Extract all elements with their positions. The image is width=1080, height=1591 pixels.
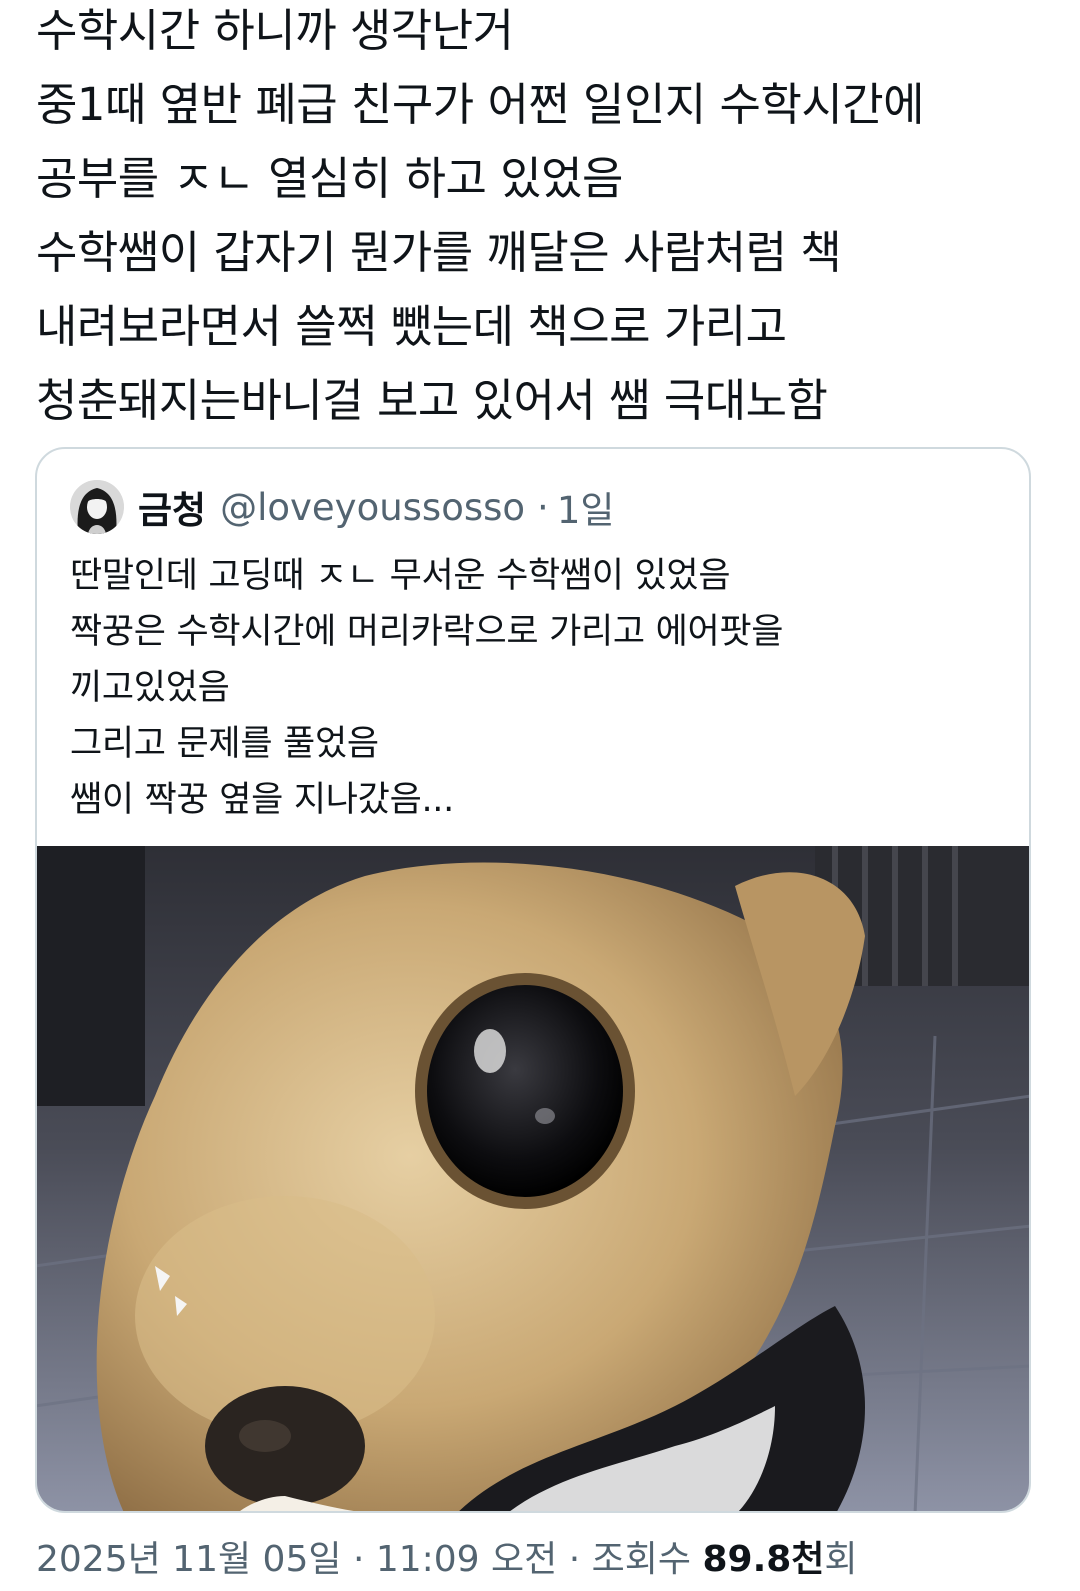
user-handle[interactable]: @loveyoussosso (220, 486, 525, 529)
quoted-tweet-media[interactable] (37, 846, 1029, 1511)
views-suffix: 회 (824, 1539, 858, 1580)
tweet-text-line: 내려보라면서 쓸쩍 뺐는데 책으로 가리고 (36, 300, 787, 353)
tweet-text-line: 수학시간 하니까 생각난거 (36, 4, 514, 57)
timestamp[interactable]: 1일 (557, 480, 615, 534)
views-label: 조회수 (591, 1539, 692, 1580)
tweet-time[interactable]: 11:09 오전 (376, 1539, 557, 1580)
tweet-text-line: 중1때 옆반 폐급 친구가 어쩐 일인지 수학시간에 (36, 78, 925, 131)
quoted-tweet-text-line: 끼고있었음 (70, 668, 230, 708)
tweet-text-line: 공부를 ㅈㄴ 열심히 하고 있었음 (36, 152, 623, 205)
quoted-tweet-header: 금청 @loveyoussosso · 1일 (70, 479, 614, 535)
tweet-text-line: 수학쌤이 갑자기 뭔가를 깨달은 사람처럼 책 (36, 226, 842, 279)
tweet-text: 수학시간 하니까 생각난거 중1때 옆반 폐급 친구가 어쩐 일인지 수학시간에… (36, 0, 1036, 438)
separator-dot: · (352, 1539, 365, 1580)
quoted-tweet-card[interactable]: 금청 @loveyoussosso · 1일 딴말인데 고딩때 ㅈㄴ 무서운 수… (35, 447, 1031, 1513)
chihuahua-photo-icon (37, 846, 1029, 1511)
separator-dot: · (537, 485, 549, 529)
quoted-tweet-text-line: 짝꿍은 수학시간에 머리카락으로 가리고 에어팟을 (70, 612, 784, 652)
quoted-tweet-text-line: 딴말인데 고딩때 ㅈㄴ 무서운 수학쌤이 있었음 (70, 556, 731, 596)
quoted-tweet-text: 딴말인데 고딩때 ㅈㄴ 무서운 수학쌤이 있었음 짝꿍은 수학시간에 머리카락으… (70, 548, 1010, 828)
separator-dot: · (568, 1539, 581, 1580)
tweet-text-line: 청춘돼지는바니걸 보고 있어서 쌤 극대노함 (36, 374, 828, 427)
display-name[interactable]: 금청 (138, 480, 206, 534)
tweet-date[interactable]: 2025년 11월 05일 (36, 1539, 341, 1580)
avatar-image-icon (70, 480, 124, 534)
tweet-meta: 2025년 11월 05일 · 11:09 오전 · 조회수 89.8천회 (36, 1538, 858, 1582)
avatar[interactable] (70, 480, 124, 534)
quoted-tweet-text-line: 쌤이 짝꿍 옆을 지나갔음... (70, 780, 454, 820)
quoted-tweet-text-line: 그리고 문제를 풀었음 (70, 724, 379, 764)
views-count: 89.8천 (702, 1539, 825, 1580)
